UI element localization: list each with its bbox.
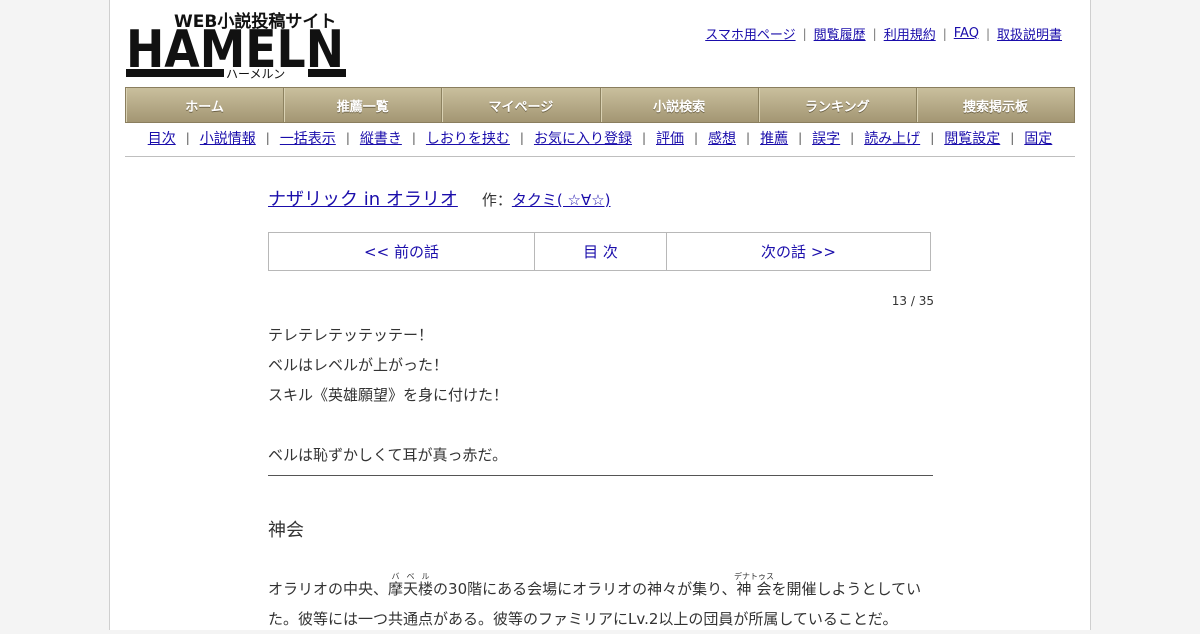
preface-blank-line bbox=[268, 410, 933, 440]
nav-recommend-list[interactable]: 推薦一覧 bbox=[284, 88, 443, 122]
separator: | bbox=[985, 26, 990, 41]
hameln-logo[interactable]: WEB小説投稿サイト HAMELN ハーメルン bbox=[126, 10, 346, 80]
ruby-base: 神会 bbox=[734, 580, 775, 598]
separator: | bbox=[930, 131, 935, 145]
novel-title-link[interactable]: ナザリック in オラリオ bbox=[268, 185, 458, 211]
novel-header: ナザリック in オラリオ 作： タクミ( ☆∀☆) bbox=[268, 185, 611, 211]
chapter-pager: << 前の話 目 次 次の話 >> bbox=[268, 232, 931, 271]
typo-report-link[interactable]: 誤字 bbox=[812, 128, 840, 148]
separator: | bbox=[802, 26, 807, 41]
separator: | bbox=[411, 131, 416, 145]
toc-link[interactable]: 目次 bbox=[148, 128, 176, 148]
nav-search-board[interactable]: 捜索掲示板 bbox=[917, 88, 1074, 122]
read-aloud-link[interactable]: 読み上げ bbox=[864, 128, 920, 148]
chapter-title: 神会 bbox=[268, 520, 304, 541]
novel-info-link[interactable]: 小説情報 bbox=[200, 128, 256, 148]
body-text-span: オラリオの中央、 bbox=[268, 580, 389, 598]
faq-link[interactable]: FAQ bbox=[954, 26, 979, 41]
recommend-link[interactable]: 推薦 bbox=[760, 128, 788, 148]
body-paragraph: オラリオの中央、摩天楼バベルの30階にある会場にオラリオの神々が集り、神会デナト… bbox=[268, 572, 933, 604]
bookmark-link[interactable]: しおりを挟む bbox=[426, 128, 510, 148]
vertical-writing-link[interactable]: 縦書き bbox=[360, 128, 402, 148]
ruby-denatus: 神会デナトゥス bbox=[734, 572, 775, 598]
preface-divider bbox=[268, 475, 933, 476]
separator: | bbox=[185, 131, 190, 145]
nav-ranking[interactable]: ランキング bbox=[759, 88, 917, 122]
ruby-base: 摩天楼 bbox=[388, 580, 434, 598]
preface-line: ベルは恥ずかしくて耳が真っ赤だ。 bbox=[268, 446, 508, 464]
separator: | bbox=[519, 131, 524, 145]
bulk-display-link[interactable]: 一括表示 bbox=[280, 128, 336, 148]
manual-link[interactable]: 取扱説明書 bbox=[997, 24, 1062, 43]
separator: | bbox=[798, 131, 803, 145]
preface-line: ベルはレベルが上がった！ bbox=[268, 356, 449, 374]
author-label: 作： bbox=[481, 191, 512, 209]
separator: | bbox=[942, 26, 947, 41]
separator: | bbox=[641, 131, 646, 145]
ruby-reading: デナトゥス bbox=[734, 572, 775, 581]
global-nav: ホーム 推薦一覧 マイページ 小説検索 ランキング 捜索掲示板 bbox=[125, 87, 1075, 123]
page-container: WEB小説投稿サイト HAMELN ハーメルン スマホ用ページ | 閲覧履歴 |… bbox=[109, 0, 1091, 630]
separator: | bbox=[746, 131, 751, 145]
view-settings-link[interactable]: 閲覧設定 bbox=[944, 128, 1000, 148]
nav-home[interactable]: ホーム bbox=[126, 88, 285, 122]
smartphone-page-link[interactable]: スマホ用ページ bbox=[705, 24, 795, 43]
preface-line: スキル《英雄願望》を身に付けた！ bbox=[268, 386, 509, 404]
body-text-span: の30階にある会場にオラリオの神々が集り、 bbox=[433, 580, 737, 598]
ruby-babel: 摩天楼バベル bbox=[388, 572, 434, 598]
separator: | bbox=[265, 131, 270, 145]
favorite-link[interactable]: お気に入り登録 bbox=[534, 128, 632, 148]
history-link[interactable]: 閲覧履歴 bbox=[814, 24, 866, 43]
rating-link[interactable]: 評価 bbox=[656, 128, 684, 148]
separator: | bbox=[694, 131, 699, 145]
prev-chapter-link[interactable]: << 前の話 bbox=[269, 233, 535, 270]
terms-link[interactable]: 利用規約 bbox=[884, 24, 936, 43]
author-link[interactable]: タクミ( ☆∀☆) bbox=[512, 189, 611, 210]
next-chapter-link[interactable]: 次の話 >> bbox=[667, 233, 930, 270]
chapter-counter: 13 / 35 bbox=[891, 294, 934, 308]
header-links: スマホ用ページ | 閲覧履歴 | 利用規約 | FAQ | 取扱説明書 bbox=[705, 24, 1062, 43]
svg-text:ハーメルン: ハーメルン bbox=[226, 67, 285, 80]
nav-mypage[interactable]: マイページ bbox=[442, 88, 601, 122]
preface: テレテレテッテッテー！ ベルはレベルが上がった！ スキル《英雄願望》を身に付けた… bbox=[268, 320, 933, 470]
separator: | bbox=[1010, 131, 1015, 145]
nav-novel-search[interactable]: 小説検索 bbox=[601, 88, 759, 122]
preface-line: テレテレテッテッテー！ bbox=[268, 326, 434, 344]
review-link[interactable]: 感想 bbox=[708, 128, 736, 148]
separator: | bbox=[850, 131, 855, 145]
pin-link[interactable]: 固定 bbox=[1024, 128, 1052, 148]
toc-pager-link[interactable]: 目 次 bbox=[535, 233, 667, 270]
ruby-reading: バベル bbox=[388, 572, 434, 581]
separator: | bbox=[872, 26, 877, 41]
separator: | bbox=[345, 131, 350, 145]
novel-nav: 目次 | 小説情報 | 一括表示 | 縦書き | しおりを挟む | お気に入り登… bbox=[125, 128, 1075, 157]
body-text-span: を開催しようとしてい bbox=[771, 580, 922, 598]
chapter-body: オラリオの中央、摩天楼バベルの30階にある会場にオラリオの神々が集り、神会デナト… bbox=[268, 572, 933, 634]
